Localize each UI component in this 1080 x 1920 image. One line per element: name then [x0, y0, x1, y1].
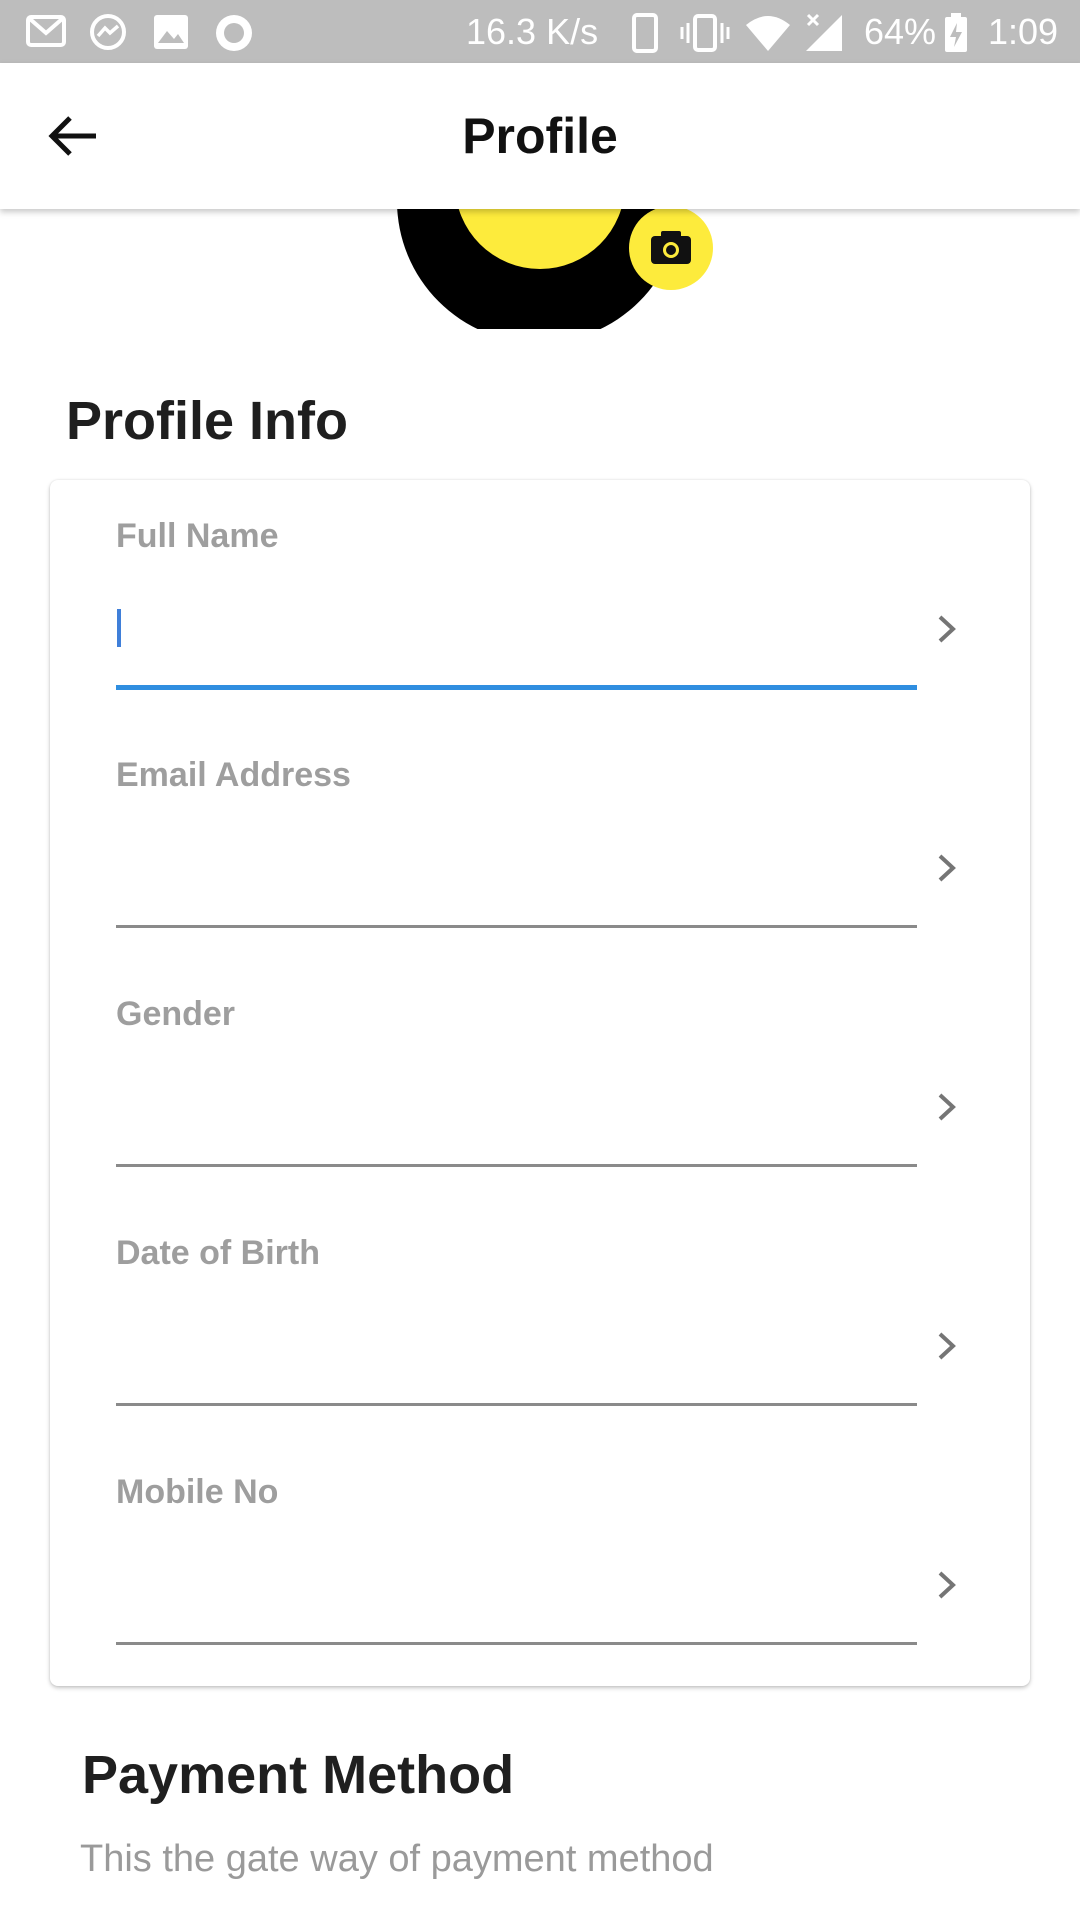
phone-icon	[632, 13, 658, 53]
gender-underline	[116, 1164, 917, 1167]
mobile-no-field: Mobile No	[116, 1436, 1006, 1675]
clock: 1:09	[988, 11, 1059, 52]
camera-icon	[651, 231, 691, 264]
date-of-birth-input[interactable]	[116, 1307, 917, 1367]
status-bar: 16.3 K/s 64% 1:09	[0, 0, 1080, 63]
profile-info-heading: Profile Info	[66, 391, 348, 451]
gmail-icon	[26, 15, 66, 47]
gallery-icon	[154, 15, 188, 49]
change-photo-button[interactable]	[629, 206, 713, 290]
mobile-no-label: Mobile No	[116, 1473, 279, 1511]
vibrate-icon	[680, 14, 730, 52]
email-field: Email Address	[116, 719, 1006, 958]
date-of-birth-field: Date of Birth	[116, 1197, 1006, 1436]
battery-icon	[945, 13, 967, 52]
email-underline	[116, 925, 917, 928]
page-title: Profile	[462, 108, 618, 164]
chevron-right-icon[interactable]	[926, 848, 966, 888]
record-icon	[216, 15, 252, 51]
avatar[interactable]	[0, 209, 1080, 329]
chevron-right-icon[interactable]	[926, 1087, 966, 1127]
gender-input[interactable]	[116, 1068, 917, 1128]
app-bar: Profile	[0, 63, 1080, 209]
gender-field: Gender	[116, 958, 1006, 1197]
network-speed: 16.3 K/s	[466, 11, 599, 52]
date-of-birth-underline	[116, 1403, 917, 1406]
wifi-icon	[746, 16, 790, 51]
battery-percent: 64%	[864, 11, 937, 52]
mobile-no-underline	[116, 1642, 917, 1645]
chevron-right-icon[interactable]	[926, 1326, 966, 1366]
email-input[interactable]	[116, 829, 917, 889]
full-name-underline	[116, 685, 917, 690]
date-of-birth-label: Date of Birth	[116, 1234, 320, 1272]
gender-label: Gender	[116, 995, 236, 1033]
messenger-icon	[90, 14, 126, 50]
signal-icon	[806, 13, 842, 51]
full-name-label: Full Name	[116, 517, 279, 555]
payment-method-subtitle: This the gate way of payment method	[80, 1838, 714, 1880]
full-name-field: Full Name	[116, 480, 1006, 719]
profile-info-card: Full Name Email Address Gender Date of B…	[50, 480, 1030, 1686]
mobile-no-input[interactable]	[116, 1546, 917, 1606]
text-cursor	[117, 609, 121, 647]
full-name-input[interactable]	[116, 590, 917, 650]
chevron-right-icon[interactable]	[926, 609, 966, 649]
email-label: Email Address	[116, 756, 351, 794]
payment-method-heading: Payment Method	[82, 1745, 515, 1805]
chevron-right-icon[interactable]	[926, 1565, 966, 1605]
